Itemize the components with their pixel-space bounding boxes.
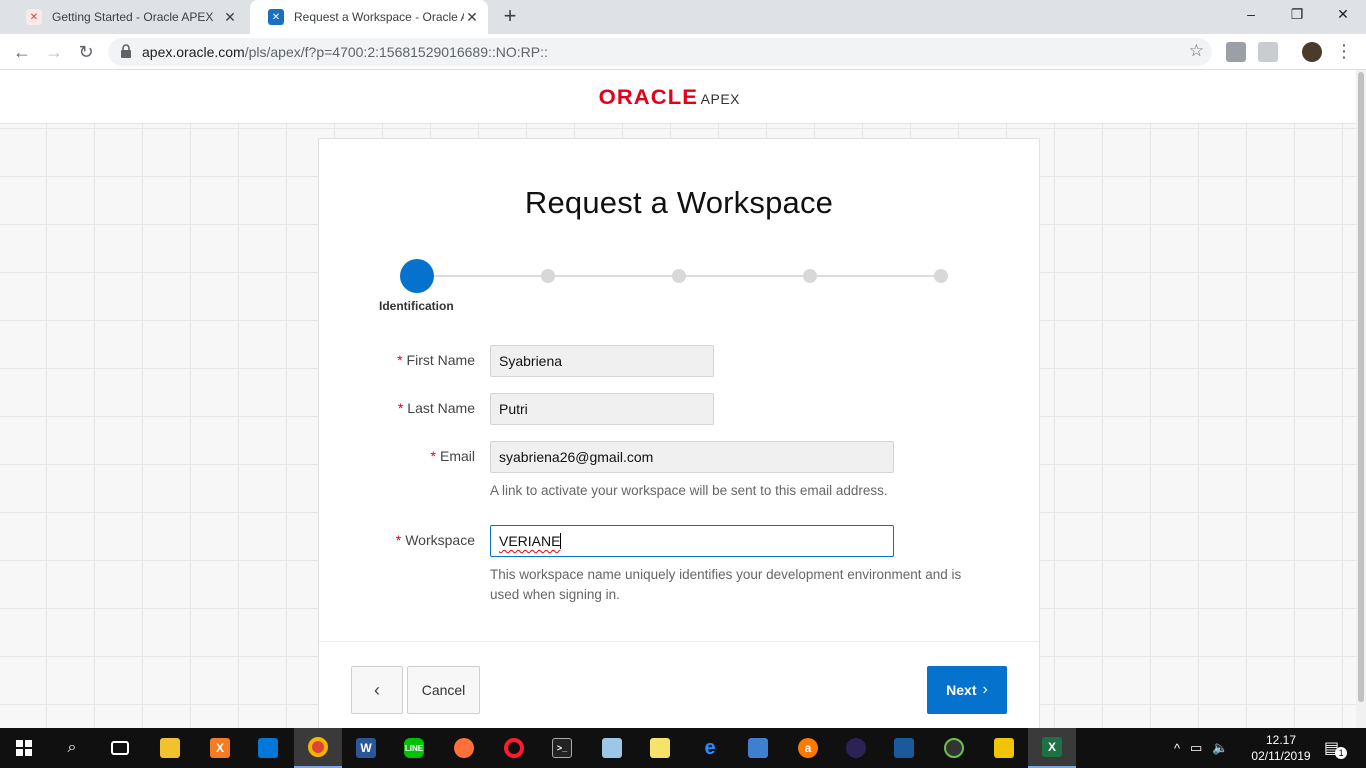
app-icon[interactable] xyxy=(734,728,782,768)
eclipse-icon[interactable] xyxy=(832,728,880,768)
step-3 xyxy=(672,269,686,283)
tab-close-icon[interactable]: ✕ xyxy=(464,9,480,25)
email-input[interactable]: syabriena26@gmail.com xyxy=(490,441,894,473)
new-tab-plus-icon[interactable]: + xyxy=(498,5,522,29)
logo-apex-text: APEX xyxy=(700,91,741,107)
notebook-icon[interactable] xyxy=(588,728,636,768)
cancel-button[interactable]: Cancel xyxy=(407,666,480,714)
tab-getting-started[interactable]: ✕ Getting Started - Oracle APEX ✕ xyxy=(8,0,246,34)
browser-toolbar: ← → ↻ apex.oracle.com/pls/apex/f?p=4700:… xyxy=(0,34,1366,70)
email-help-text: A link to activate your workspace will b… xyxy=(490,483,888,498)
window-close-icon[interactable]: ✕ xyxy=(1320,0,1366,30)
windows-taskbar: ⌕ X W LINE >_ e a X ^ ▭ 🔈 12.17 02/11/20… xyxy=(0,728,1366,768)
firefox-icon[interactable] xyxy=(440,728,488,768)
step-1-identification xyxy=(400,259,434,293)
windows-start-icon[interactable] xyxy=(0,728,48,768)
taskbar-clock[interactable]: 12.17 02/11/2019 xyxy=(1246,732,1316,764)
address-bar[interactable]: apex.oracle.com/pls/apex/f?p=4700:2:1568… xyxy=(108,38,1212,66)
notification-count-badge: 1 xyxy=(1335,747,1348,759)
request-workspace-card: Request a Workspace Identification * Firs… xyxy=(318,138,1040,728)
url-text: apex.oracle.com/pls/apex/f?p=4700:2:1568… xyxy=(142,44,548,60)
previous-button[interactable]: ‹ xyxy=(351,666,403,714)
step-5 xyxy=(934,269,948,283)
volume-icon[interactable]: 🔈 xyxy=(1212,740,1234,756)
logo-oracle-text: ORACLE xyxy=(598,86,699,109)
wizard-progress: Identification xyxy=(319,259,1039,319)
files-icon[interactable] xyxy=(980,728,1028,768)
browser-menu-icon[interactable]: ⋮ xyxy=(1334,38,1354,66)
excel-icon[interactable]: X xyxy=(1028,728,1076,768)
restore-icon[interactable]: ❐ xyxy=(1274,0,1320,30)
chrome-icon[interactable] xyxy=(294,728,342,768)
edge-icon[interactable]: e xyxy=(686,728,734,768)
file-explorer-icon[interactable] xyxy=(146,728,194,768)
apex-favicon-icon: ✕ xyxy=(26,9,42,25)
line-icon[interactable]: LINE xyxy=(390,728,438,768)
tab-request-workspace[interactable]: ✕ Request a Workspace - Oracle Ap ✕ xyxy=(250,0,488,34)
browser-tab-strip: ✕ Getting Started - Oracle APEX ✕ ✕ Requ… xyxy=(0,0,1366,34)
email-label: * Email xyxy=(430,448,475,464)
reload-icon[interactable]: ↻ xyxy=(72,38,100,66)
text-caret xyxy=(560,533,562,549)
apex-favicon-icon: ✕ xyxy=(268,9,284,25)
system-tray: ^ ▭ 🔈 xyxy=(1174,728,1234,768)
virtualbox-icon[interactable] xyxy=(880,728,928,768)
last-name-input[interactable]: Putri xyxy=(490,393,714,425)
opera-icon[interactable] xyxy=(490,728,538,768)
back-arrow-icon[interactable]: ← xyxy=(8,38,36,66)
bookmark-star-icon[interactable]: ☆ xyxy=(1189,41,1204,61)
chevron-right-icon: › xyxy=(982,681,988,698)
page-scrollbar[interactable] xyxy=(1356,70,1366,728)
forward-arrow-icon[interactable]: → xyxy=(40,38,68,66)
step-label-identification: Identification xyxy=(379,299,454,313)
workspace-input[interactable]: VERIANE xyxy=(490,525,894,557)
word-icon[interactable]: W xyxy=(342,728,390,768)
store-icon[interactable] xyxy=(244,728,292,768)
first-name-label: * First Name xyxy=(397,352,475,368)
notification-center[interactable]: ▤ 1 xyxy=(1324,728,1348,768)
battery-icon[interactable]: ▭ xyxy=(1190,740,1212,756)
next-button[interactable]: Next › xyxy=(927,666,1007,714)
scrollbar-thumb[interactable] xyxy=(1358,72,1364,702)
step-4 xyxy=(803,269,817,283)
oracle-apex-logo[interactable]: ORACLE APEX xyxy=(598,86,741,110)
workspace-label: * Workspace xyxy=(395,532,475,548)
progress-track xyxy=(434,275,942,277)
terminal-icon[interactable]: >_ xyxy=(538,728,586,768)
card-footer-divider xyxy=(319,641,1039,642)
avast-icon[interactable]: a xyxy=(784,728,832,768)
tab-title: Request a Workspace - Oracle Ap xyxy=(294,10,464,24)
app-header: ORACLE APEX xyxy=(0,70,1356,124)
tab-title: Getting Started - Oracle APEX xyxy=(52,10,214,24)
first-name-input[interactable]: Syabriena xyxy=(490,345,714,377)
page-title: Request a Workspace xyxy=(524,185,834,220)
profile-avatar[interactable] xyxy=(1302,42,1322,62)
app-icon-green[interactable] xyxy=(930,728,978,768)
step-2 xyxy=(541,269,555,283)
task-view-icon[interactable] xyxy=(96,728,144,768)
tab-close-icon[interactable]: ✕ xyxy=(222,9,238,25)
tray-expand-icon[interactable]: ^ xyxy=(1174,741,1190,756)
search-icon[interactable]: ⌕ xyxy=(48,728,96,768)
xampp-icon[interactable]: X xyxy=(196,728,244,768)
cast-icon[interactable] xyxy=(1258,42,1278,62)
sticky-notes-icon[interactable] xyxy=(636,728,684,768)
extension-icon[interactable] xyxy=(1226,42,1246,62)
workspace-help-text: This workspace name uniquely identifies … xyxy=(490,567,962,602)
minimize-icon[interactable]: – xyxy=(1228,0,1274,30)
last-name-label: * Last Name xyxy=(397,400,475,416)
lock-icon xyxy=(121,44,131,58)
page-viewport: ORACLE APEX Request a Workspace Identifi… xyxy=(0,70,1356,728)
chevron-left-icon: ‹ xyxy=(374,679,380,700)
